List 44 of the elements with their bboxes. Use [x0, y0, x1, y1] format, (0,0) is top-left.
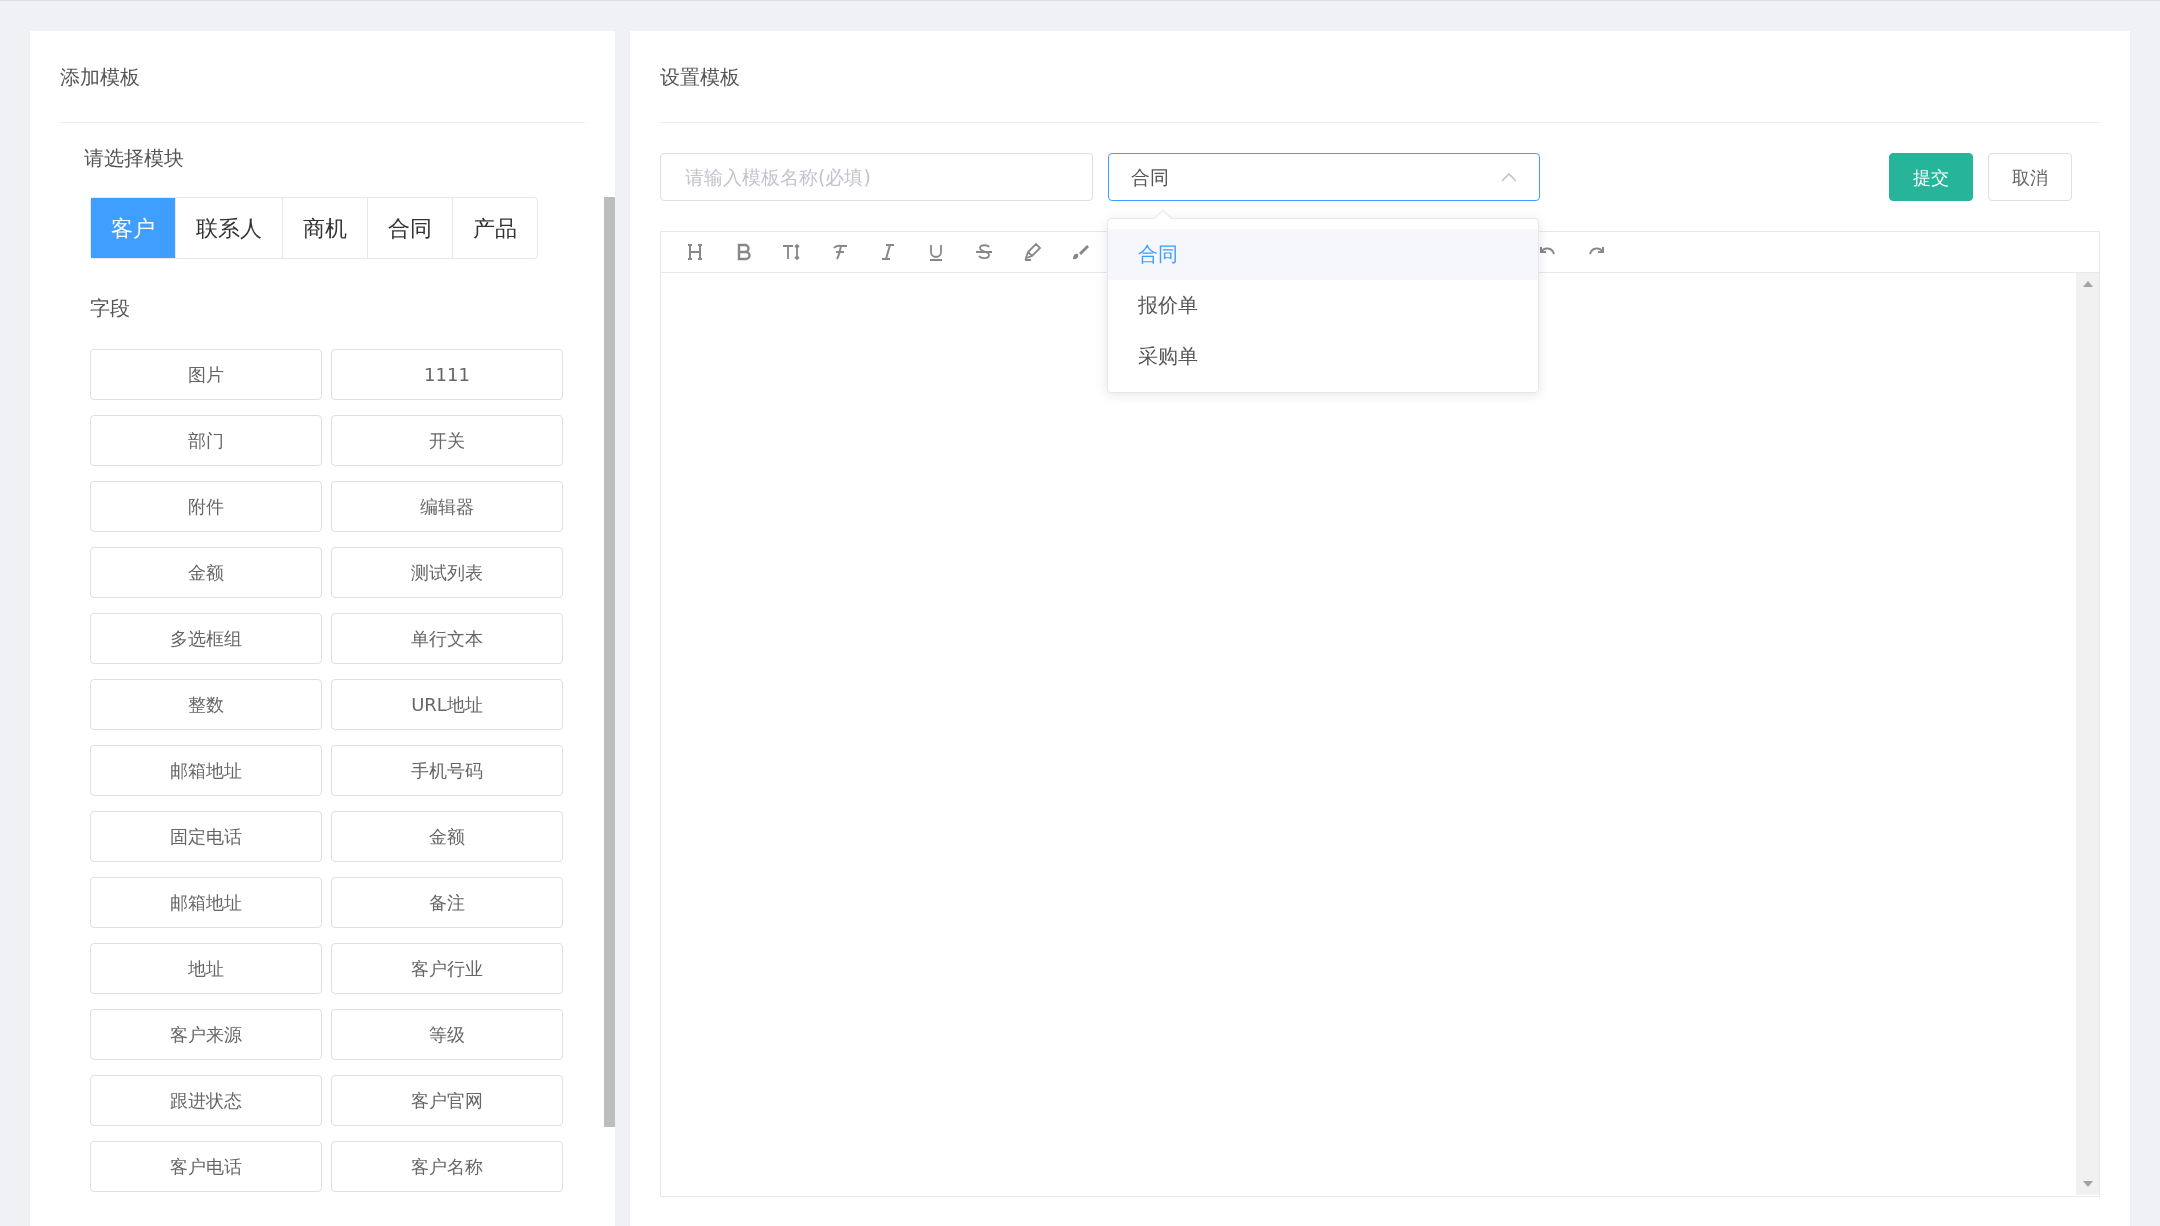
field-button[interactable]: 多选框组 [90, 613, 322, 664]
field-button[interactable]: 跟进状态 [90, 1075, 322, 1126]
scroll-up-icon[interactable] [2082, 281, 2093, 287]
field-button[interactable]: 整数 [90, 679, 322, 730]
field-button[interactable]: 手机号码 [331, 745, 563, 796]
module-tab[interactable]: 产品 [452, 198, 537, 258]
field-button[interactable]: 金额 [90, 547, 322, 598]
module-tab[interactable]: 联系人 [175, 198, 282, 258]
field-button[interactable]: 测试列表 [331, 547, 563, 598]
cancel-button[interactable]: 取消 [1988, 153, 2072, 201]
field-button[interactable]: 部门 [90, 415, 322, 466]
font-size-icon[interactable] [781, 242, 803, 262]
scroll-down-icon[interactable] [2082, 1181, 2093, 1187]
field-button[interactable]: 等级 [331, 1009, 563, 1060]
field-button[interactable]: 备注 [331, 877, 563, 928]
field-button[interactable]: 单行文本 [331, 613, 563, 664]
field-button[interactable]: 开关 [331, 415, 563, 466]
field-button[interactable]: 客户名称 [331, 1141, 563, 1192]
field-button[interactable]: 邮箱地址 [90, 745, 322, 796]
section-label: 字段 [90, 295, 130, 322]
field-button[interactable]: 金额 [331, 811, 563, 862]
type-select[interactable]: 合同 [1108, 153, 1540, 201]
field-button[interactable]: 客户行业 [331, 943, 563, 994]
field-button[interactable]: 客户电话 [90, 1141, 322, 1192]
field-button[interactable]: 地址 [90, 943, 322, 994]
module-tab[interactable]: 商机 [282, 198, 367, 258]
module-tab[interactable]: 合同 [367, 198, 452, 258]
field-button[interactable]: 1111 [331, 349, 563, 400]
field-button[interactable]: 固定电话 [90, 811, 322, 862]
field-button[interactable]: 编辑器 [331, 481, 563, 532]
section-label: 请选择模块 [84, 145, 184, 172]
field-button[interactable]: URL地址 [331, 679, 563, 730]
dropdown-option[interactable]: 报价单 [1108, 280, 1538, 331]
panel-title: 添加模板 [60, 31, 585, 123]
field-button[interactable]: 邮箱地址 [90, 877, 322, 928]
strikethrough-icon[interactable] [973, 242, 995, 262]
field-button[interactable]: 客户来源 [90, 1009, 322, 1060]
panel-title: 设置模板 [660, 31, 2100, 123]
field-button[interactable]: 客户官网 [331, 1075, 563, 1126]
dropdown-option[interactable]: 采购单 [1108, 331, 1538, 382]
field-button[interactable]: 图片 [90, 349, 322, 400]
chevron-up-icon [1501, 172, 1517, 182]
field-button[interactable]: 附件 [90, 481, 322, 532]
template-name-field[interactable]: 请输入模板名称(必填) [660, 153, 1093, 201]
